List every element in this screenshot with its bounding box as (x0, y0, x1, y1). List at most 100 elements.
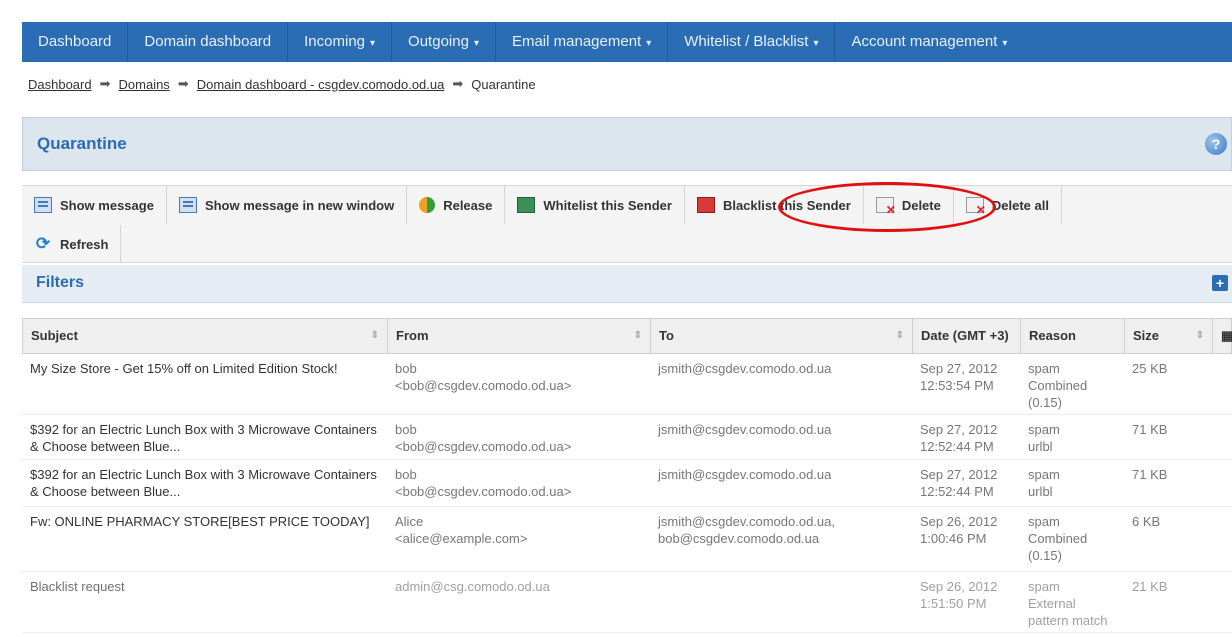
delete-all-icon (965, 197, 986, 217)
filters-label: Filters (36, 274, 85, 291)
from-name: bob (395, 422, 417, 437)
nav-whitelist-blacklist[interactable]: Whitelist / Blacklist ▾ (668, 22, 834, 62)
from-name: bob (395, 361, 417, 376)
size-cell: 71 KB (1132, 467, 1168, 482)
column-picker-icon[interactable]: ▦ (1213, 319, 1232, 353)
blacklist-sender-button[interactable]: Blacklist this Sender (685, 186, 864, 224)
reason-line: urlbl (1028, 439, 1053, 454)
sort-icon[interactable]: ⇕ (371, 319, 379, 353)
date-day: Sep 26, 2012 (920, 579, 998, 594)
quarantine-table: Subject ⇕ From ⇕ To ⇕ Date (GMT +3) Reas… (22, 318, 1232, 633)
reason-line: spam (1028, 467, 1060, 482)
show-message-button[interactable]: Show message (22, 186, 167, 224)
to-cell: jsmith@csgdev.comodo.od.ua (650, 421, 910, 438)
from-cell: bob <bob@csgdev.comodo.od.ua> (387, 421, 642, 455)
message-icon (34, 197, 52, 213)
reason-cell: spam Combined (0.15) (1020, 513, 1120, 564)
date-day: Sep 26, 2012 (920, 514, 998, 529)
size-cell: 6 KB (1132, 514, 1161, 529)
delete-all-button[interactable]: Delete all (954, 186, 1062, 224)
date-day: Sep 27, 2012 (920, 361, 998, 376)
delete-button[interactable]: Delete (864, 186, 954, 224)
nav-account-management[interactable]: Account management ▾ (835, 22, 1023, 62)
subject-cell: $392 for an Electric Lunch Box with 3 Mi… (30, 467, 377, 499)
sort-icon[interactable]: ⇕ (634, 319, 642, 353)
table-row[interactable]: $392 for an Electric Lunch Box with 3 Mi… (22, 415, 1232, 460)
header-label: Size (1133, 328, 1160, 343)
column-header-from[interactable]: From ⇕ (388, 319, 651, 353)
to-line: jsmith@csgdev.comodo.od.ua (658, 467, 832, 482)
arrow-right-icon: ➡ (99, 76, 111, 91)
table-row[interactable]: My Size Store - Get 15% off on Limited E… (22, 354, 1232, 415)
reason-line: spam (1028, 361, 1060, 376)
from-email: <bob@csgdev.comodo.od.ua> (395, 378, 572, 393)
breadcrumb-link-domain-dashboard[interactable]: Domain dashboard - csgdev.comodo.od.ua (197, 77, 445, 92)
table-row[interactable]: Blacklist request admin@csg.comodo.od.ua… (22, 572, 1232, 633)
reason-line: spam (1028, 422, 1060, 437)
sort-icon[interactable]: ⇕ (896, 319, 904, 353)
reason-line: spam (1028, 579, 1060, 594)
breadcrumb-link-domains[interactable]: Domains (119, 77, 170, 92)
sort-icon[interactable]: ⇕ (1196, 319, 1204, 353)
date-cell: Sep 26, 2012 1:00:46 PM (912, 513, 1017, 547)
arrow-right-icon: ➡ (452, 76, 464, 91)
reason-cell: spam urlbl (1020, 421, 1120, 455)
whitelist-sender-button[interactable]: Whitelist this Sender (505, 186, 685, 224)
reason-line: (0.15) (1028, 395, 1062, 410)
table-row[interactable]: Fw: ONLINE PHARMACY STORE[BEST PRICE TOO… (22, 507, 1232, 572)
main-nav: Dashboard Domain dashboard Incoming ▾ Out… (22, 22, 1232, 62)
release-button[interactable]: Release (407, 186, 506, 224)
to-cell: jsmith@csgdev.comodo.od.ua (650, 360, 910, 377)
subject-cell: My Size Store - Get 15% off on Limited E… (30, 361, 338, 376)
header-label: Subject (31, 328, 78, 343)
to-cell: jsmith@csgdev.comodo.od.ua, bob@csgdev.co… (650, 513, 910, 547)
nav-incoming[interactable]: Incoming ▾ (288, 22, 391, 62)
reason-cell: spam urlbl (1020, 466, 1120, 500)
show-message-new-window-button[interactable]: Show message in new window (167, 186, 408, 224)
refresh-label: Refresh (60, 236, 109, 252)
nav-label: Dashboard (38, 33, 112, 50)
page-title: Quarantine (37, 134, 127, 153)
nav-label: Whitelist / Blacklist (684, 33, 809, 50)
whitelist-sender-label: Whitelist this Sender (543, 197, 672, 213)
column-header-size[interactable]: Size ⇕ (1125, 319, 1213, 353)
size-cell: 21 KB (1132, 579, 1168, 594)
nav-label: Outgoing (408, 33, 469, 50)
column-header-date[interactable]: Date (GMT +3) (913, 319, 1021, 353)
size-cell: 25 KB (1132, 361, 1168, 376)
nav-email-management[interactable]: Email management ▾ (496, 22, 667, 62)
from-email: <bob@csgdev.comodo.od.ua> (395, 439, 572, 454)
whitelist-icon (517, 197, 536, 213)
column-header-reason[interactable]: Reason (1021, 319, 1125, 353)
nav-domain-dashboard[interactable]: Domain dashboard (128, 22, 287, 62)
expand-plus-icon[interactable]: + (1212, 275, 1228, 291)
chevron-down-icon: ▾ (813, 38, 819, 49)
filters-panel[interactable]: Filters + (22, 265, 1232, 303)
blacklist-sender-label: Blacklist this Sender (722, 197, 851, 213)
nav-outgoing[interactable]: Outgoing ▾ (392, 22, 495, 62)
breadcrumb: Dashboard ➡ Domains ➡ Domain dashboard -… (28, 76, 536, 92)
refresh-button[interactable]: ⟳ Refresh (22, 225, 122, 263)
show-message-label: Show message (60, 197, 154, 213)
subject-cell: Fw: ONLINE PHARMACY STORE[BEST PRICE TOO… (30, 514, 370, 529)
to-line: bob@csgdev.comodo.od.ua (658, 531, 820, 546)
column-header-subject[interactable]: Subject ⇕ (23, 319, 388, 353)
nav-dashboard[interactable]: Dashboard (22, 22, 127, 62)
column-header-to[interactable]: To ⇕ (651, 319, 913, 353)
help-icon[interactable]: ? (1205, 133, 1227, 155)
chevron-down-icon: ▾ (1002, 38, 1008, 49)
from-cell: bob <bob@csgdev.comodo.od.ua> (387, 360, 642, 394)
breadcrumb-link-dashboard[interactable]: Dashboard (28, 77, 92, 92)
delete-icon (875, 197, 896, 217)
quarantine-panel-header: Quarantine ? (22, 117, 1232, 171)
from-email: <bob@csgdev.comodo.od.ua> (395, 484, 572, 499)
quarantine-toolbar: Show message Show message in new window … (22, 185, 1232, 263)
table-row[interactable]: $392 for an Electric Lunch Box with 3 Mi… (22, 460, 1232, 507)
subject-cell: Blacklist request (30, 579, 125, 594)
header-label: Date (GMT +3) (921, 328, 1009, 343)
date-cell: Sep 27, 2012 12:52:44 PM (912, 466, 1017, 500)
reason-line: pattern match (1028, 613, 1108, 628)
to-cell: jsmith@csgdev.comodo.od.ua (650, 466, 910, 483)
reason-cell: spam Combined (0.15) (1020, 360, 1120, 411)
arrow-right-icon: ➡ (177, 76, 189, 91)
